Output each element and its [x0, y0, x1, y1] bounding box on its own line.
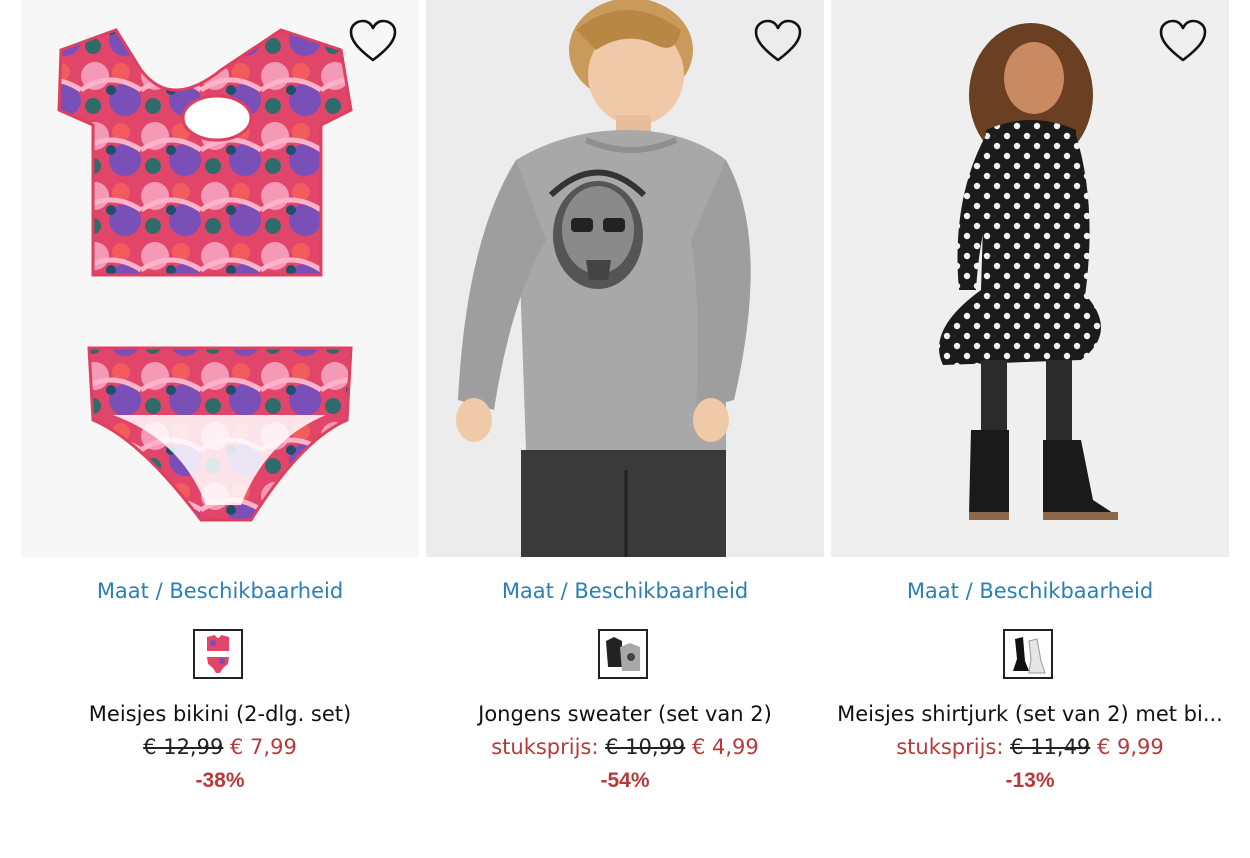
old-price: € 12,99 [143, 735, 224, 759]
product-image[interactable] [21, 0, 419, 557]
product-title[interactable]: Jongens sweater (set van 2) [422, 700, 828, 728]
product-card[interactable]: Maat / Beschikbaarheid Jongens sweater (… [426, 0, 824, 858]
favorite-heart-icon[interactable] [347, 16, 399, 68]
unit-price-label: stuksprijs: [896, 735, 1004, 759]
price-line: stuksprijs: € 10,99 € 4,99 [426, 733, 824, 761]
old-price: € 10,99 [605, 735, 686, 759]
product-card[interactable]: Maat / Beschikbaarheid Meisjes shirtjurk… [831, 0, 1229, 858]
product-grid: Maat / Beschikbaarheid Meisjes bikini (2… [0, 0, 1250, 858]
product-card[interactable]: Maat / Beschikbaarheid Meisjes bikini (2… [21, 0, 419, 858]
dress-thumbnail [1005, 631, 1051, 677]
sale-price: € 7,99 [230, 735, 297, 759]
old-price: € 11,49 [1010, 735, 1091, 759]
discount-badge: -54% [600, 769, 650, 792]
discount-badge: -13% [1005, 769, 1055, 792]
size-availability-link[interactable]: Maat / Beschikbaarheid [831, 577, 1229, 605]
discount-badge: -38% [195, 769, 245, 792]
product-title[interactable]: Meisjes bikini (2-dlg. set) [17, 700, 423, 728]
bikini-thumbnail [195, 631, 241, 677]
color-swatch[interactable] [598, 629, 648, 679]
size-availability-link[interactable]: Maat / Beschikbaarheid [21, 577, 419, 605]
color-swatch[interactable] [1003, 629, 1053, 679]
sale-price: € 4,99 [691, 735, 759, 759]
unit-price-label: stuksprijs: [491, 735, 599, 759]
dress-photo [831, 0, 1229, 557]
size-availability-link[interactable]: Maat / Beschikbaarheid [426, 577, 824, 605]
sweater-photo [426, 0, 824, 557]
product-image[interactable] [831, 0, 1229, 557]
product-title[interactable]: Meisjes shirtjurk (set van 2) met bi... [827, 700, 1233, 728]
sweater-thumbnail [600, 631, 646, 677]
sale-price: € 9,99 [1096, 735, 1164, 759]
favorite-heart-icon[interactable] [1157, 16, 1209, 68]
product-image[interactable] [426, 0, 824, 557]
price-line: stuksprijs: € 11,49 € 9,99 [831, 733, 1229, 761]
price-line: € 12,99 € 7,99 [21, 733, 419, 761]
favorite-heart-icon[interactable] [752, 16, 804, 68]
bikini-photo [21, 0, 419, 557]
color-swatch[interactable] [193, 629, 243, 679]
